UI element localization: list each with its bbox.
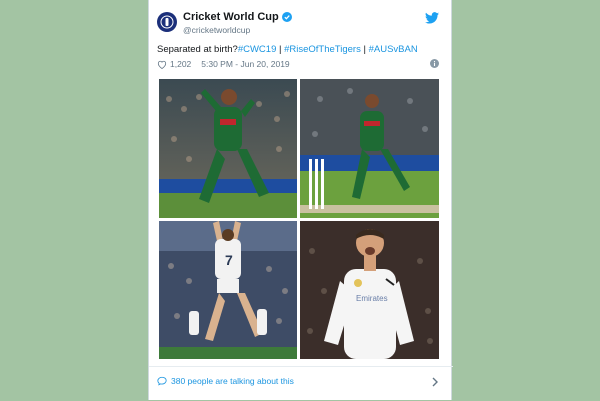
heart-icon[interactable] bbox=[157, 60, 167, 69]
tweet-text-prefix: Separated at birth? bbox=[157, 44, 238, 55]
embedded-tweet-card: Cricket World Cup @cricketworldcup Separ… bbox=[148, 0, 453, 401]
conversation-count[interactable]: 380 people are talking about this bbox=[171, 376, 294, 386]
tweet-media-grid: 7 Emirates bbox=[159, 79, 439, 359]
hashtag-cwc19[interactable]: #CWC19 bbox=[238, 44, 277, 55]
media-photo[interactable] bbox=[159, 79, 297, 218]
author-handle[interactable]: @cricketworldcup bbox=[183, 25, 250, 35]
tweet-text: Separated at birth?#CWC19 | #RiseOfTheTi… bbox=[157, 44, 418, 55]
chevron-right-icon[interactable] bbox=[431, 377, 439, 387]
twitter-bird-icon[interactable] bbox=[425, 12, 439, 24]
conversation-link[interactable]: 380 people are talking about this bbox=[157, 376, 294, 386]
media-photo[interactable] bbox=[300, 79, 439, 218]
media-photo[interactable]: Emirates bbox=[300, 221, 439, 359]
hashtag-separator: | bbox=[360, 44, 369, 55]
info-icon[interactable] bbox=[430, 59, 439, 68]
like-count[interactable]: 1,202 bbox=[170, 59, 191, 69]
tweet-timestamp[interactable]: 5:30 PM - Jun 20, 2019 bbox=[201, 59, 289, 69]
hashtag-ausvban[interactable]: #AUSvBAN bbox=[369, 44, 418, 55]
svg-text:7: 7 bbox=[225, 252, 233, 268]
comment-icon bbox=[157, 376, 167, 386]
tweet-meta: 1,202 5:30 PM - Jun 20, 2019 bbox=[157, 59, 290, 69]
media-photo[interactable]: 7 bbox=[159, 221, 297, 359]
verified-icon bbox=[281, 12, 292, 22]
hashtag-riseofthetigers[interactable]: #RiseOfTheTigers bbox=[284, 44, 361, 55]
tweet-footer: 380 people are talking about this bbox=[149, 366, 453, 401]
hashtag-separator: | bbox=[276, 44, 285, 55]
svg-text:Emirates: Emirates bbox=[356, 294, 388, 303]
author-name[interactable]: Cricket World Cup bbox=[183, 11, 279, 23]
cwc-logo-icon[interactable] bbox=[157, 12, 177, 32]
